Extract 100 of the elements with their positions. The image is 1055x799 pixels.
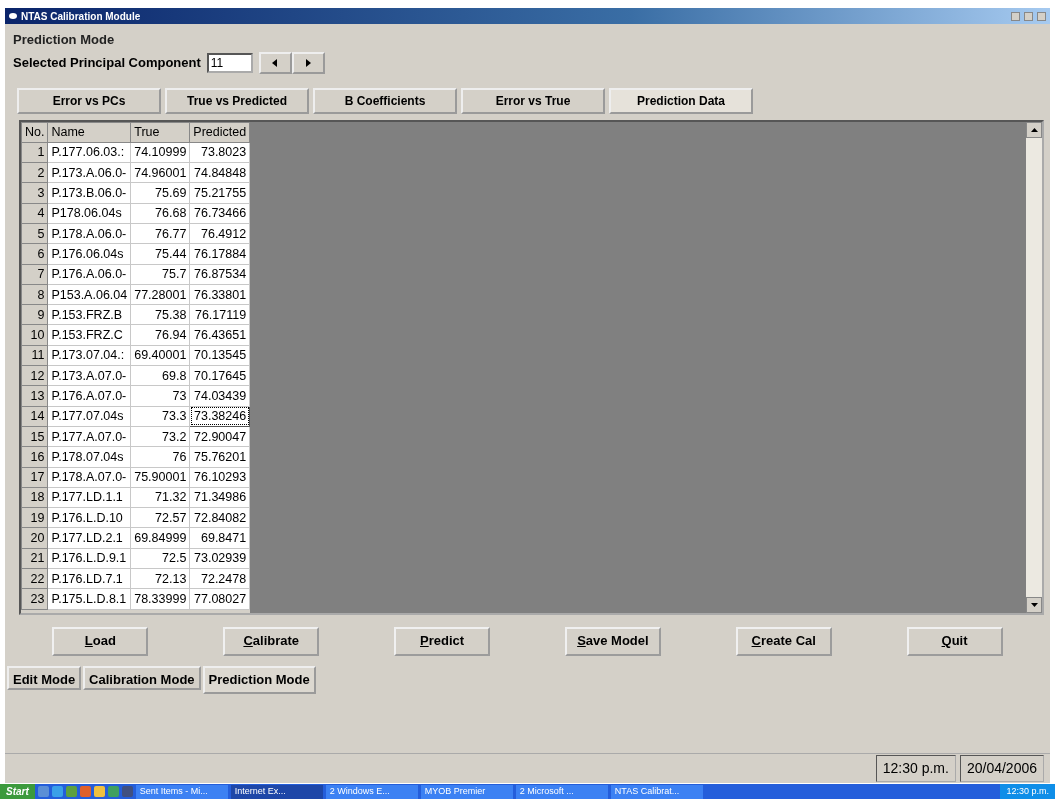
table-cell: P.153.FRZ.C bbox=[47, 324, 131, 346]
table-cell: 72.2478 bbox=[189, 568, 250, 589]
start-button[interactable]: Start bbox=[0, 784, 35, 799]
table-cell: 77.28001 bbox=[130, 284, 190, 305]
mode-tab[interactable]: Calibration Mode bbox=[83, 665, 201, 690]
previous-button[interactable] bbox=[258, 51, 292, 74]
table-cell: P.176.LD.7.1 bbox=[47, 568, 131, 589]
table-cell: P.176.A.07.0- bbox=[47, 385, 131, 407]
component-label: Selected Principal Component bbox=[13, 53, 201, 72]
action-button[interactable]: Save Model bbox=[564, 626, 661, 656]
row-number: 17 bbox=[21, 467, 48, 488]
table-cell: 74.96001 bbox=[130, 162, 190, 183]
table-cell: 69.8 bbox=[130, 365, 190, 386]
tab[interactable]: B Coefficients bbox=[313, 87, 457, 114]
table-cell: P178.06.04s bbox=[47, 203, 131, 224]
table-cell: P.176.06.04s bbox=[47, 243, 131, 265]
table-cell: 69.40001 bbox=[130, 345, 190, 366]
action-button[interactable]: Load bbox=[52, 626, 149, 656]
row-number: 1 bbox=[21, 142, 48, 163]
quick-launch-icon[interactable] bbox=[121, 786, 133, 797]
table-cell: 76.43651 bbox=[189, 324, 250, 346]
quick-launch-icon[interactable] bbox=[65, 786, 77, 797]
next-button[interactable] bbox=[291, 51, 325, 74]
tray-clock: 12:30 p.m. bbox=[1006, 784, 1049, 798]
action-button[interactable]: Create Cal bbox=[735, 626, 832, 656]
column-header: Predicted bbox=[189, 122, 250, 143]
table-cell: 76.17884 bbox=[189, 243, 250, 265]
table-cell: P.173.A.06.0- bbox=[47, 162, 131, 183]
row-number: 13 bbox=[21, 385, 48, 407]
table-cell: P.176.L.D.9.1 bbox=[47, 548, 131, 569]
row-number: 9 bbox=[21, 304, 48, 325]
table-cell: 75.38 bbox=[130, 304, 190, 325]
row-number: 8 bbox=[21, 284, 48, 305]
up-triangle-icon bbox=[1030, 127, 1038, 132]
mode-tab[interactable]: Edit Mode bbox=[7, 665, 82, 690]
table-cell: 73.3 bbox=[130, 406, 190, 427]
row-number: 21 bbox=[21, 548, 48, 569]
table-cell: P.177.A.07.0- bbox=[47, 426, 131, 447]
table-cell: 74.10999 bbox=[130, 142, 190, 163]
table-cell: 75.21755 bbox=[189, 182, 250, 204]
taskbar-button[interactable]: MYOB Premier bbox=[420, 784, 513, 799]
scroll-down-button[interactable] bbox=[1026, 596, 1042, 613]
table-cell: 71.32 bbox=[130, 487, 190, 508]
column-header: True bbox=[130, 122, 190, 143]
tab[interactable]: Error vs PCs bbox=[17, 87, 161, 114]
table-cell: 76.87534 bbox=[189, 264, 250, 285]
table-cell: 75.69 bbox=[130, 182, 190, 204]
table-cell: 73 bbox=[130, 385, 190, 407]
table-cell: P.178.A.07.0- bbox=[47, 467, 131, 488]
scroll-up-button[interactable] bbox=[1026, 121, 1042, 138]
table-cell: P.173.B.06.0- bbox=[47, 182, 131, 204]
taskbar-button[interactable]: NTAS Calibrat... bbox=[610, 784, 703, 799]
table-cell: 72.90047 bbox=[189, 426, 250, 447]
table-cell: 76.94 bbox=[130, 324, 190, 346]
component-field[interactable]: 11 bbox=[206, 52, 253, 73]
row-number: 12 bbox=[21, 365, 48, 386]
taskbar-button[interactable]: 2 Microsoft ... bbox=[515, 784, 608, 799]
row-number: 4 bbox=[21, 203, 48, 224]
table-cell: 76 bbox=[130, 446, 190, 468]
row-number: 11 bbox=[21, 345, 48, 366]
column-header: No. bbox=[21, 122, 48, 143]
taskbar-button[interactable]: 2 Windows E... bbox=[325, 784, 418, 799]
table-cell: P153.A.06.04 bbox=[47, 284, 131, 305]
table-cell: 75.44 bbox=[130, 243, 190, 265]
quick-launch-icon[interactable] bbox=[107, 786, 119, 797]
action-button[interactable]: Predict bbox=[394, 626, 491, 656]
row-number: 18 bbox=[21, 487, 48, 508]
table-cell: 72.84082 bbox=[189, 507, 250, 528]
quick-launch-icon[interactable] bbox=[51, 786, 63, 797]
quick-launch-icon[interactable] bbox=[37, 786, 49, 797]
table-cell: 78.33999 bbox=[130, 588, 190, 610]
quick-launch-icon[interactable] bbox=[93, 786, 105, 797]
quick-launch-icon[interactable] bbox=[79, 786, 91, 797]
mode-tab[interactable]: Prediction Mode bbox=[202, 665, 316, 694]
table-cell: 69.84999 bbox=[130, 527, 190, 549]
table-cell: P.153.FRZ.B bbox=[47, 304, 131, 325]
table-cell: 76.77 bbox=[130, 223, 190, 244]
tab[interactable]: Prediction Data bbox=[609, 87, 753, 114]
tab[interactable]: Error vs True bbox=[461, 87, 605, 114]
table-cell: 77.08027 bbox=[189, 588, 250, 610]
row-number: 7 bbox=[21, 264, 48, 285]
table-cell: P.177.LD.2.1 bbox=[47, 527, 131, 549]
table-cell: 75.90001 bbox=[130, 467, 190, 488]
table-cell: 76.4912 bbox=[189, 223, 250, 244]
table-cell: 73.02939 bbox=[189, 548, 250, 569]
row-number: 16 bbox=[21, 446, 48, 468]
table-cell: 76.17119 bbox=[189, 304, 250, 325]
taskbar-button[interactable]: Sent Items - Mi... bbox=[135, 784, 228, 799]
row-number: 15 bbox=[21, 426, 48, 447]
table-cell: 72.13 bbox=[130, 568, 190, 589]
scrollbar[interactable] bbox=[1026, 121, 1042, 613]
tab[interactable]: True vs Predicted bbox=[165, 87, 309, 114]
table-cell: P.178.A.06.0- bbox=[47, 223, 131, 244]
table-cell: 75.76201 bbox=[189, 446, 250, 468]
table-cell: P.176.L.D.10 bbox=[47, 507, 131, 528]
action-button[interactable]: Calibrate bbox=[223, 626, 320, 656]
status-time: 12:30 p.m. bbox=[875, 755, 956, 782]
action-button[interactable]: Quit bbox=[906, 626, 1003, 656]
taskbar-button[interactable]: Internet Ex... bbox=[230, 784, 323, 799]
table-cell: 76.10293 bbox=[189, 467, 250, 488]
